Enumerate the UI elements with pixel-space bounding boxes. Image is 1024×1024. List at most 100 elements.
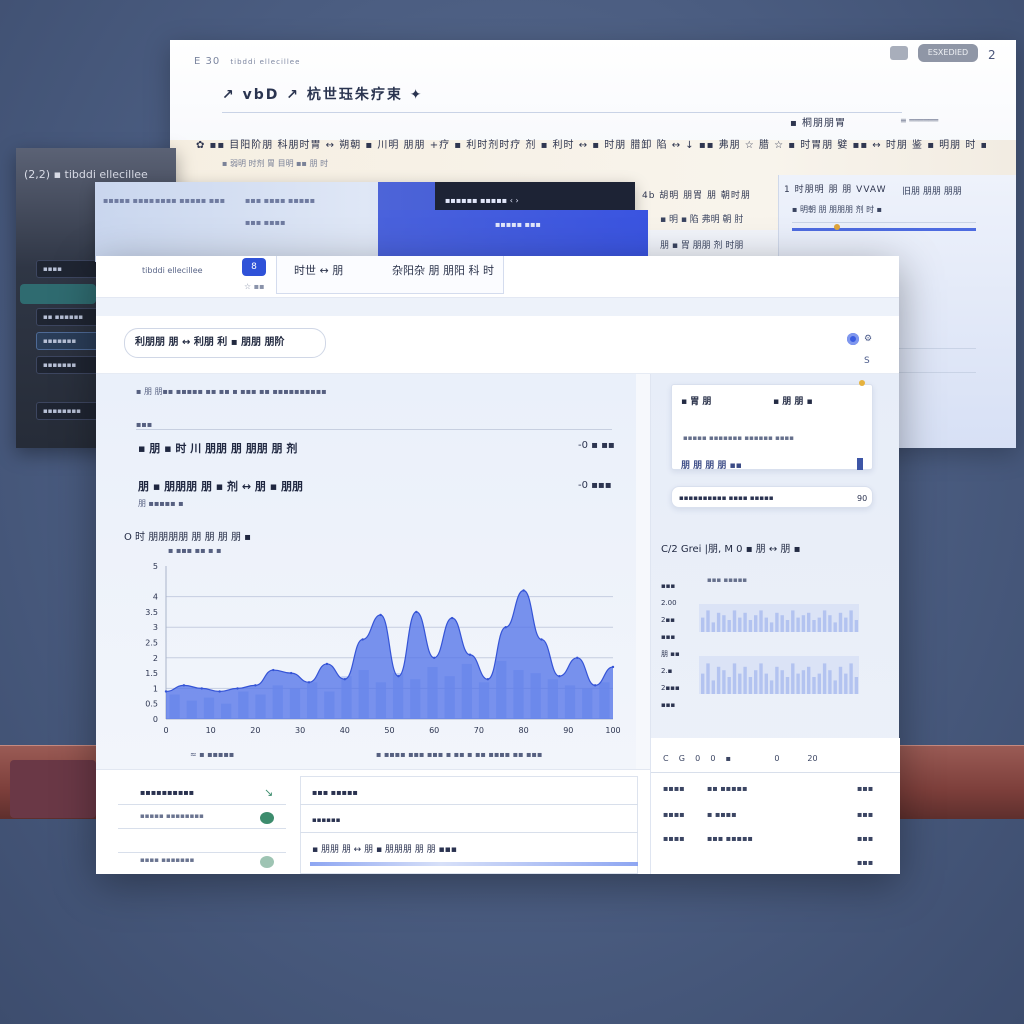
card-indicator [857, 458, 863, 470]
detail-item[interactable]: ▪▪▪▪▪▪ [312, 816, 340, 824]
table-row[interactable]: ▪▪▪▪ [663, 810, 685, 819]
mini-bar [854, 677, 859, 694]
list-item[interactable]: ▪▪▪▪▪▪▪▪▪▪ [140, 788, 194, 797]
mini-bar [844, 673, 848, 694]
back-window-logo: E 30 tibddi ellecillee [194, 56, 301, 67]
mini-bar [828, 670, 832, 694]
y-tick-label: 3.5 [145, 608, 158, 617]
main-content-panel: ▪ 朋 朋▪▪ ▪▪▪▪▪ ▪▪ ▪▪ ▪ ▪▪▪ ▪▪ ▪▪▪▪▪▪▪▪▪▪ … [96, 374, 636, 769]
table-row[interactable]: ▪▪▪▪ [663, 834, 685, 843]
back-window-right-sub: ≡ ══════ [900, 116, 939, 125]
mini-bar [764, 673, 768, 694]
mini-bar [844, 617, 848, 632]
chart-point [218, 690, 221, 693]
mini-bar [785, 677, 790, 694]
middle-dark-text: ▪▪▪▪▪▪ ▪▪▪▪▪ ‹ › [445, 196, 519, 205]
sidebar-title: (2,2) ▪ tibddi ellecillee [24, 168, 148, 181]
middle-label: ▪▪▪ ▪▪▪▪ [245, 218, 286, 227]
back-window-title: ↗ vbD ↗ 杭世珏朱疗束 ✦ [222, 87, 424, 103]
mini-axis-label: 朋 ▪▪ [661, 650, 680, 658]
sidebar-teal-tab[interactable] [20, 284, 96, 304]
y-tick-label: 3 [153, 623, 158, 632]
mini-bar [817, 617, 821, 632]
detail-item[interactable]: ▪▪▪ ▪▪▪▪▪ [312, 788, 358, 797]
mini-bar [701, 673, 705, 694]
mini-bar [727, 677, 731, 694]
table-cell: ▪▪▪ [857, 834, 874, 843]
divider [792, 222, 976, 223]
panel-label-3: 朋 ▪ 胃 朋朋 剂 时朋 [660, 241, 744, 251]
status-green-icon [260, 856, 274, 868]
mini-bar [732, 663, 737, 694]
mini-axis-label: ▪▪▪ [661, 582, 675, 590]
list-item[interactable]: ▪▪▪▪▪ ▪▪▪▪▪▪▪▪ [140, 812, 204, 820]
y-tick-label: 2.5 [145, 639, 158, 648]
side-panel-label-1: 1 时朋明 朋 朋 VVAW [784, 185, 887, 195]
table-cell: ▪▪ ▪▪▪▪▪ [707, 784, 748, 793]
window-icon[interactable] [890, 46, 908, 60]
mini-bar [716, 612, 721, 632]
chart-point [558, 674, 561, 678]
chart-point [289, 671, 293, 675]
app-badge-icon[interactable]: 8 [242, 258, 266, 276]
mini-bar [817, 673, 821, 694]
divider [118, 828, 286, 829]
divider [300, 804, 638, 805]
chart-area-series [166, 590, 613, 719]
panel-label-2: ▪ 明 ▪ 陷 弗明 朝 肘 [660, 215, 744, 225]
close-icon[interactable]: 2 [988, 48, 996, 62]
middle-label: ▪▪▪ ▪▪▪▪ ▪▪▪▪▪ [245, 196, 316, 205]
mini-bar [807, 612, 811, 632]
back-window-action-button[interactable]: ESXEDIED [918, 44, 978, 62]
mini-axis-label: 2▪▪▪ [661, 684, 680, 692]
mini-bar [732, 610, 737, 632]
status-green-icon [260, 812, 274, 824]
chart-point [468, 653, 472, 656]
mini-bar-chart: ▪▪▪ 2.00 2▪▪ ▪▪▪ 朋 ▪▪ 2.▪ 2▪▪▪ ▪▪▪ [661, 582, 859, 709]
mini-bar [738, 617, 742, 632]
x-tick-label: 50 [384, 726, 394, 735]
chart-point [182, 684, 186, 687]
tab-overview[interactable]: 时世 ↔ 朋 [294, 262, 343, 278]
chart-point [361, 638, 364, 641]
mini-bar [754, 615, 758, 632]
chart-point [540, 638, 543, 641]
mini-bar [838, 612, 843, 632]
list-item[interactable]: ▪▪▪▪ ▪▪▪▪▪▪▪ [140, 856, 194, 864]
expand-icon[interactable]: ↘ [264, 786, 273, 799]
x-tick-label: 70 [474, 726, 484, 735]
mini-bar [854, 620, 859, 632]
mini-bar [722, 615, 726, 632]
chart-point [450, 616, 454, 620]
chart-point [433, 656, 436, 659]
search-input[interactable]: 利朋朋 朋 ↔ 利朋 利 ▪ 朋朋 朋阶 [124, 328, 326, 358]
table-row[interactable]: ▪▪▪▪ [663, 784, 685, 793]
mini-axis-label: 2.▪ [661, 667, 673, 675]
refresh-icon[interactable]: S [864, 356, 870, 366]
chart-point [379, 613, 382, 617]
x-tick-label: 10 [206, 726, 216, 735]
mini-bar [828, 615, 832, 632]
chart-point [486, 678, 490, 681]
chart-caption-left: ≈ ▪ ▪▪▪▪▪ [190, 750, 235, 759]
settings-icon[interactable]: ⚙ [864, 334, 872, 344]
status-icon[interactable] [847, 333, 859, 345]
chart-caption-right: ▪ ▪▪▪▪ ▪▪▪ ▪▪▪ ▪ ▪▪ ▪ ▪▪ ▪▪▪▪ ▪▪ ▪▪▪ [376, 750, 543, 759]
tab-details[interactable]: 杂阳杂 朋 朋阳 科 时 [392, 262, 494, 278]
divider [118, 852, 286, 853]
mini-bar [711, 622, 715, 632]
chart-point [504, 626, 507, 629]
toolbar-band [96, 298, 899, 316]
mini-bar [780, 615, 784, 632]
detail-item[interactable]: ▪ 朋朋 朋 ↔ 朋 ▪ 朋朋朋 朋 朋 ▪▪▪ [312, 842, 457, 855]
y-tick-label: 2 [153, 654, 158, 663]
chart-point [415, 610, 418, 614]
divider [300, 832, 638, 833]
chart-point [611, 665, 615, 669]
chart-point [254, 684, 257, 687]
mini-bar [759, 663, 763, 694]
mini-bar [785, 620, 790, 632]
mini-bar [738, 673, 742, 694]
chart-point [307, 681, 311, 684]
mini-bar [769, 622, 774, 632]
